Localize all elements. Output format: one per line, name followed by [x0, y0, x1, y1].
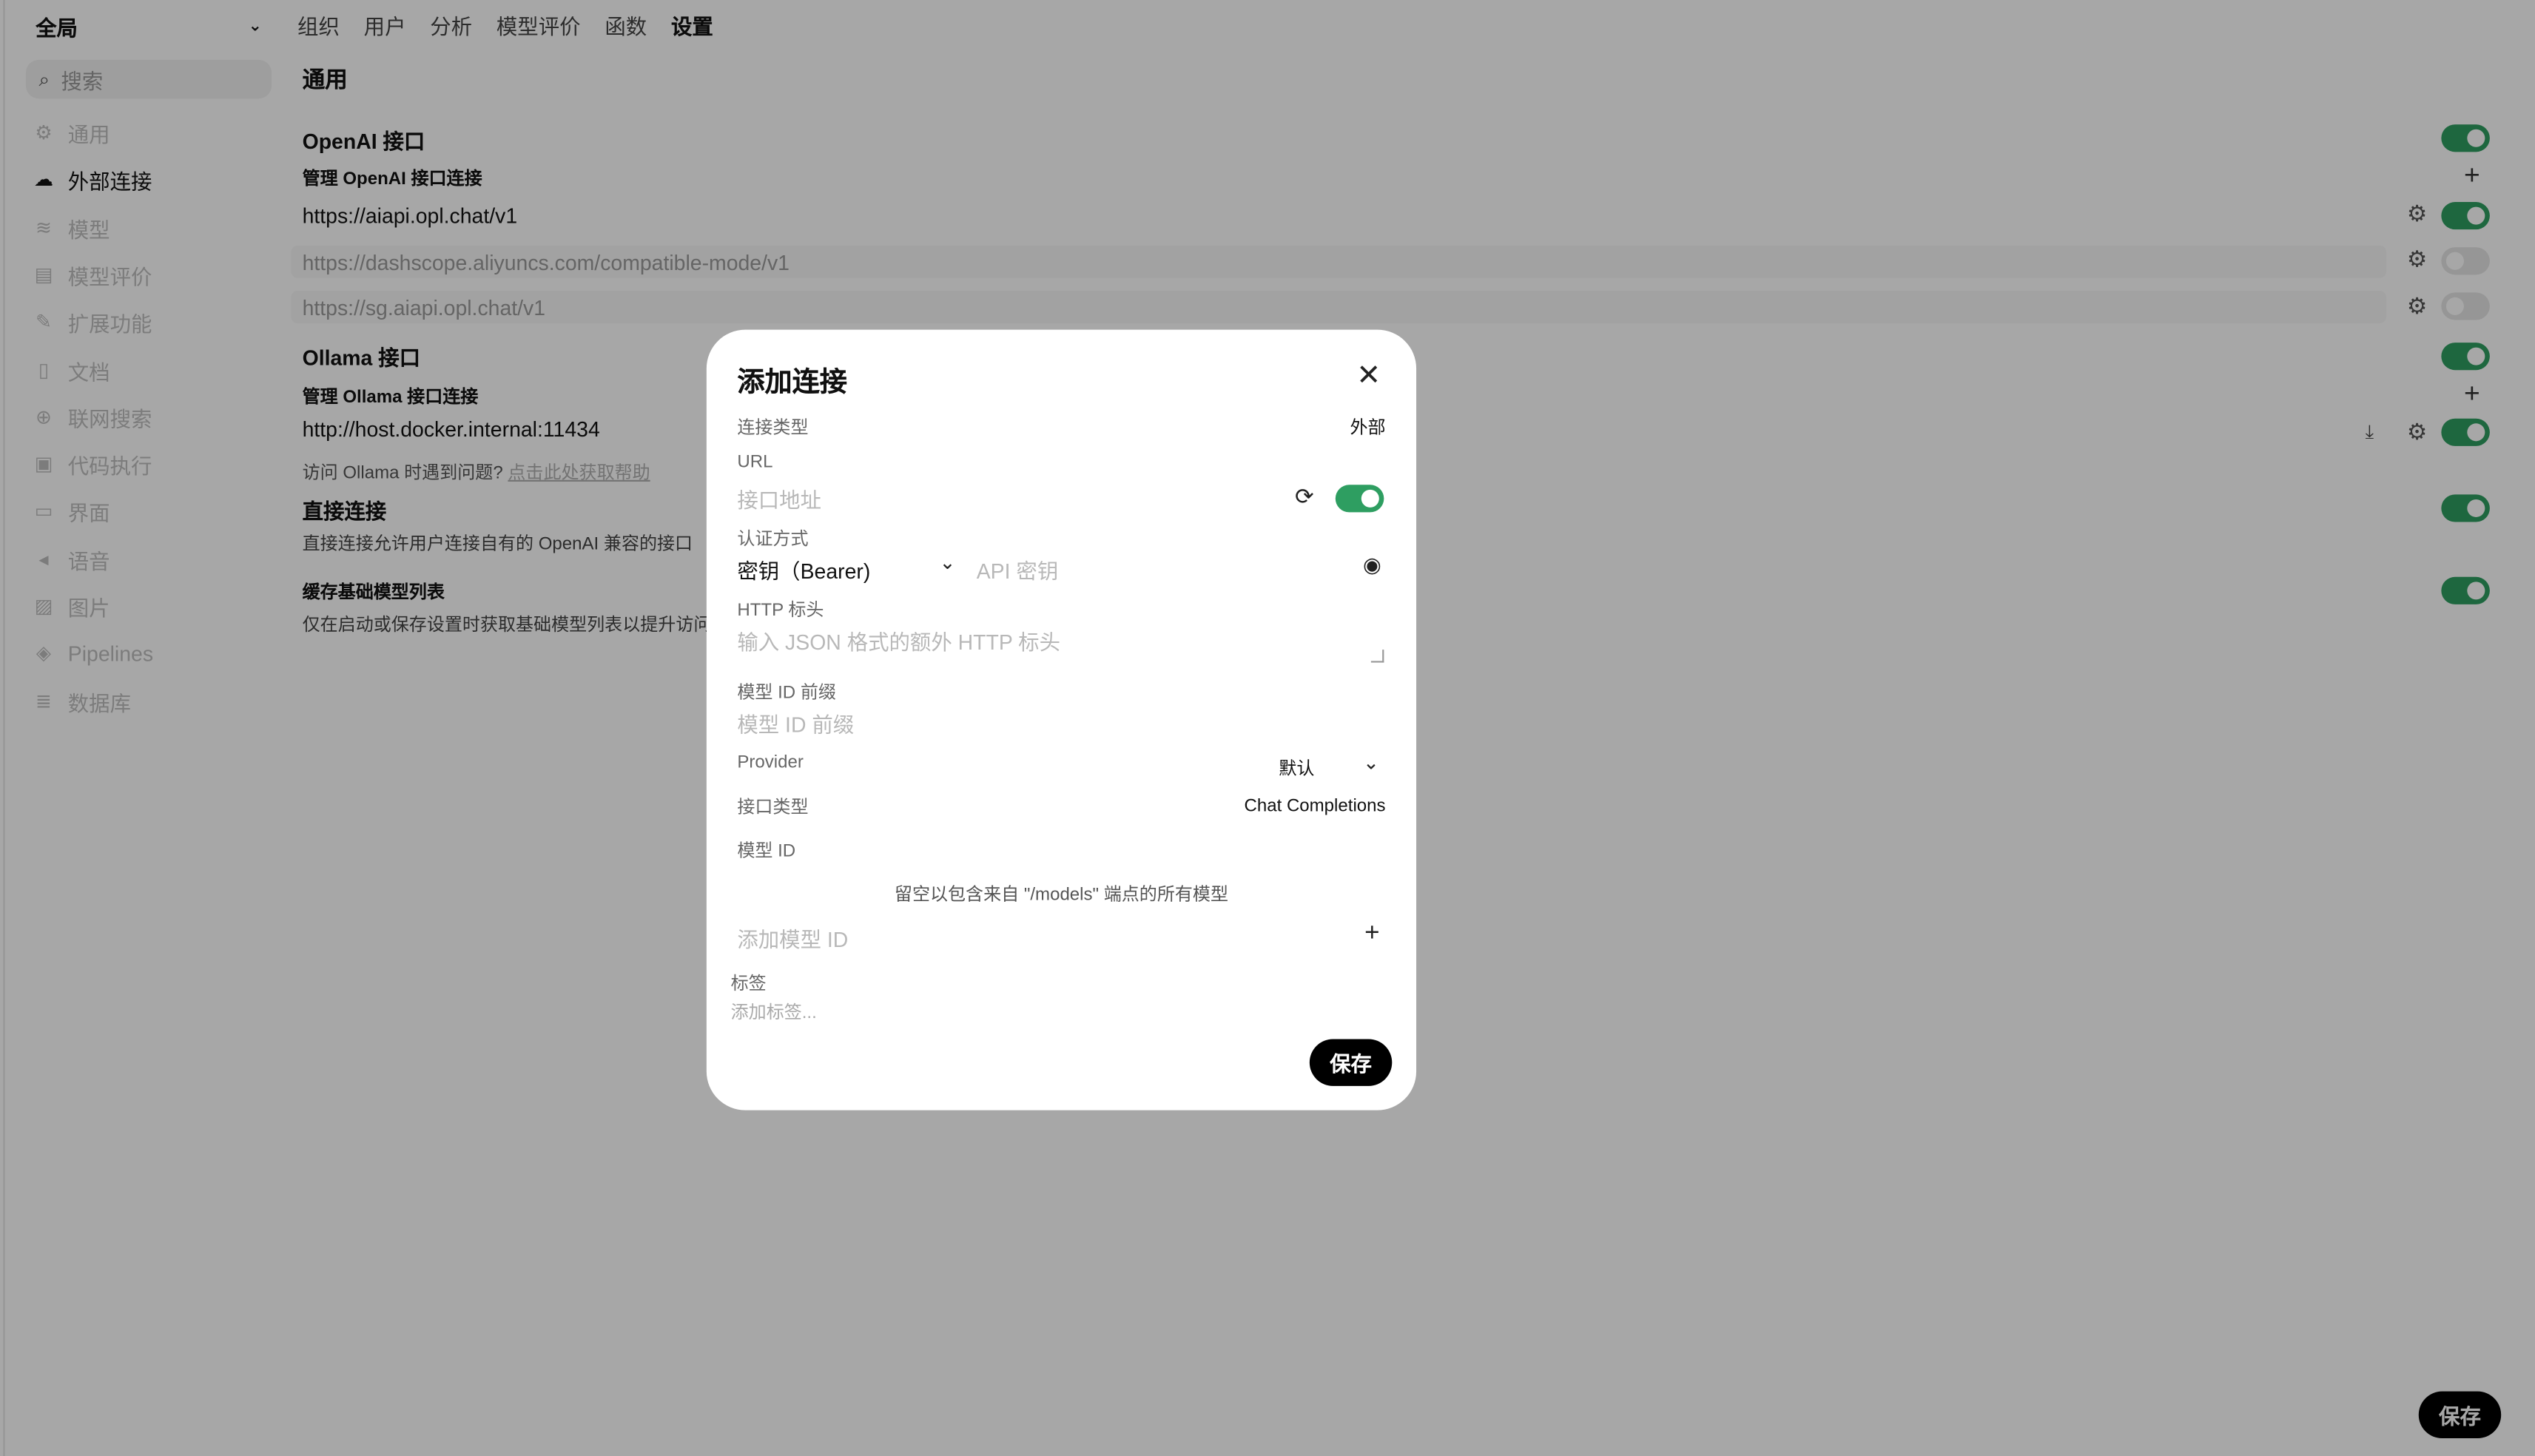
- tags-label: 标签: [730, 974, 767, 994]
- conn-type-value[interactable]: 外部: [1350, 414, 1385, 439]
- prefix-input[interactable]: 模型 ID 前缀: [737, 708, 854, 739]
- add-connection-modal: 添加连接 ✕ 连接类型 外部 URL 接口地址 ⟳ 认证方式 密钥（Bearer…: [706, 329, 1417, 1110]
- refresh-icon[interactable]: ⟳: [1295, 483, 1314, 510]
- api-key-input[interactable]: API 密钥: [977, 554, 1059, 585]
- auth-select[interactable]: 密钥（Bearer): [737, 554, 870, 585]
- auth-label: 认证方式: [737, 530, 809, 550]
- url-label: URL: [737, 452, 773, 472]
- http-header-label: HTTP 标头: [737, 601, 824, 621]
- api-type-label: 接口类型: [737, 798, 809, 818]
- close-icon[interactable]: ✕: [1356, 359, 1381, 393]
- chevron-down-icon[interactable]: ⌄: [939, 551, 955, 574]
- http-header-textarea[interactable]: 输入 JSON 格式的额外 HTTP 标头: [737, 625, 1060, 656]
- modal-save-button[interactable]: 保存: [1309, 1039, 1393, 1086]
- url-enabled-toggle[interactable]: [1335, 485, 1384, 513]
- chevron-down-icon[interactable]: ⌄: [1363, 752, 1379, 775]
- conn-type-label: 连接类型: [737, 418, 809, 438]
- eye-icon[interactable]: ◉: [1363, 553, 1381, 579]
- model-id-hint: 留空以包含来自 "/models" 端点的所有模型: [894, 885, 1228, 906]
- provider-select[interactable]: 默认: [1279, 755, 1314, 781]
- provider-label: Provider: [737, 752, 804, 773]
- modal-title: 添加连接: [737, 366, 847, 398]
- url-input[interactable]: 接口地址: [737, 483, 821, 514]
- api-type-value[interactable]: Chat Completions: [1244, 797, 1385, 816]
- model-id-label: 模型 ID: [737, 842, 796, 862]
- resize-handle-icon[interactable]: [1370, 650, 1384, 663]
- tags-input[interactable]: 添加标签...: [731, 999, 817, 1025]
- add-model-id-input[interactable]: 添加模型 ID: [737, 923, 848, 954]
- plus-icon[interactable]: +: [1364, 920, 1379, 948]
- prefix-label: 模型 ID 前缀: [737, 683, 836, 704]
